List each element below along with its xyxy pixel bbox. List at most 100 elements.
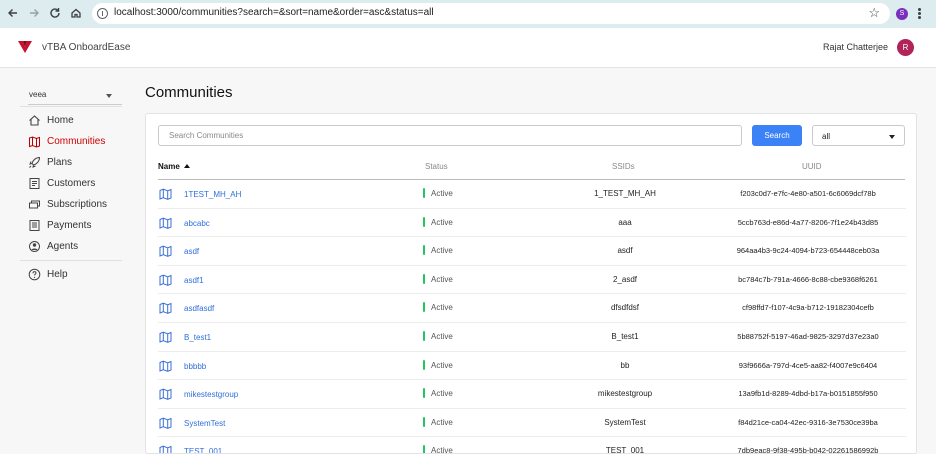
community-name-link[interactable]: mikestestgroup (184, 390, 238, 399)
ssid-text: B_test1 (611, 331, 639, 341)
home-nav-icon[interactable] (69, 6, 83, 20)
sidebar-item-label: Agents (47, 240, 79, 252)
column-header-uuid[interactable]: UUID (802, 162, 822, 171)
uuid-text: bc784c7b-791a-4666-8c88-cbe9368f6261 (738, 274, 878, 284)
user-avatar[interactable]: R (897, 39, 914, 56)
uuid-text: 5b88752f-5197-46ad-9825-3297d37e23a0 (737, 331, 879, 341)
address-bar[interactable]: localhost:3000/communities?search=&sort=… (92, 3, 890, 24)
sidebar-item-home[interactable]: Home (28, 111, 128, 129)
chevron-down-icon (106, 94, 112, 98)
table-row[interactable]: bbbbb Active bb 93f9666a-797d-4ce5-aa82-f40… (158, 352, 906, 381)
search-input[interactable] (158, 125, 742, 146)
communities-card: Search all Name Status SSIDs UUID 1TEST_… (145, 113, 917, 454)
sidebar-item-label: Customers (47, 177, 96, 189)
uuid-text: 964aa4b3-9c24-4094-b723-654448ceb03a (736, 246, 880, 256)
map-icon[interactable] (159, 331, 172, 343)
back-icon[interactable] (6, 6, 20, 20)
status-filter-value: all (822, 132, 831, 141)
sidebar-item-payments[interactable]: Payments (28, 216, 128, 234)
sidebar: veea Home Communities Plans Customers Su… (0, 69, 133, 454)
list-icon (28, 177, 41, 190)
sidebar-item-help[interactable]: Help (28, 265, 128, 283)
sidebar-item-subscriptions[interactable]: Subscriptions (28, 195, 128, 213)
table-row[interactable]: asdf Active asdf 964aa4b3-9c24-4094-b723-65… (158, 237, 906, 266)
community-name-link[interactable]: SystemTest (184, 419, 225, 428)
brand-logo-icon[interactable] (18, 40, 32, 54)
forward-icon[interactable] (27, 6, 41, 20)
status-text: Active (431, 274, 453, 284)
map-icon[interactable] (159, 302, 172, 315)
uuid-text: 5ccb763d-e86d-4a77-8206-7f1e24b43d85 (737, 217, 879, 227)
status-text: Active (431, 217, 453, 227)
ssid-text: dfsdfdsf (610, 303, 639, 313)
ssid-text: 1_TEST_MH_AH (594, 189, 656, 198)
table-row[interactable]: B_test1 Active B_test1 5b88752f-5197-46ad-9… (158, 323, 906, 352)
uuid-text: f84d21ce-ca04-42ec-9316-3e7530ce39ba (738, 417, 878, 427)
column-header-label: Name (158, 162, 180, 171)
sidebar-item-agents[interactable]: Agents (28, 237, 128, 255)
table-row[interactable]: asdf1 Active 2_asdf bc784c7b-791a-4666-8c88… (158, 266, 906, 295)
community-name-link[interactable]: asdf (184, 247, 199, 256)
table-row[interactable]: SystemTest Active SystemTest f84d21ce-ca04-… (158, 409, 906, 438)
browser-chrome: localhost:3000/communities?search=&sort=… (0, 0, 936, 28)
status-indicator (423, 416, 425, 427)
map-icon[interactable] (159, 445, 172, 453)
home-icon (28, 114, 41, 127)
ssid-text: TEST_001 (605, 446, 645, 454)
column-header-status[interactable]: Status (425, 162, 448, 171)
uuid-text: f203c0d7-e7fc-4e80-a501-6c6069dcf78b (740, 189, 876, 198)
community-name-link[interactable]: TEST_001 (184, 447, 222, 453)
map-icon[interactable] (159, 188, 172, 200)
status-indicator (423, 330, 425, 341)
map-icon[interactable] (159, 217, 172, 229)
browser-profile-icon[interactable]: S (896, 8, 908, 20)
status-text: Active (431, 303, 453, 313)
org-select[interactable]: veea (28, 85, 122, 105)
table-row[interactable]: mikestestgroup Active mikestestgroup 13a9fb… (158, 380, 906, 409)
map-icon[interactable] (159, 360, 172, 372)
community-name-link[interactable]: asdfasdf (184, 304, 214, 313)
community-name-link[interactable]: 1TEST_MH_AH (184, 190, 241, 199)
map-icon[interactable] (159, 417, 172, 429)
brand-name[interactable]: vTBA OnboardEase (42, 42, 130, 53)
sort-asc-icon (183, 164, 190, 168)
reload-icon[interactable] (48, 6, 62, 20)
sidebar-item-plans[interactable]: Plans (28, 153, 128, 171)
status-indicator (423, 245, 425, 256)
status-indicator (423, 273, 425, 284)
status-text: Active (431, 446, 453, 454)
search-button[interactable]: Search (752, 125, 802, 146)
column-header-ssids[interactable]: SSIDs (612, 162, 635, 171)
table-row[interactable]: abcabc Active aaa 5ccb763d-e86d-4a77-8206-7… (158, 209, 906, 238)
status-filter-select[interactable]: all (812, 125, 905, 146)
help-icon (28, 268, 41, 281)
site-info-icon[interactable] (97, 8, 108, 19)
payment-icon (28, 219, 41, 232)
stack-icon (28, 198, 41, 211)
status-text: Active (431, 417, 453, 427)
sidebar-item-customers[interactable]: Customers (28, 174, 128, 192)
sidebar-item-communities[interactable]: Communities (28, 132, 128, 150)
url-text[interactable]: localhost:3000/communities?search=&sort=… (114, 7, 434, 18)
status-text: Active (431, 360, 453, 370)
sidebar-item-label: Home (47, 114, 74, 126)
map-icon[interactable] (159, 274, 172, 286)
table-row[interactable]: TEST_001 Active TEST_001 7db9eac8-9f38-495b… (158, 437, 906, 454)
map-icon (28, 135, 41, 148)
map-icon[interactable] (159, 388, 172, 400)
status-indicator (423, 359, 425, 370)
community-name-link[interactable]: abcabc (184, 219, 210, 228)
map-icon[interactable] (159, 245, 172, 258)
community-name-link[interactable]: B_test1 (184, 333, 211, 342)
browser-menu-icon[interactable] (918, 8, 921, 20)
bookmark-star-icon[interactable]: ☆ (868, 5, 880, 21)
column-header-name[interactable]: Name (158, 162, 190, 171)
table-row[interactable]: asdfasdf Active dfsdfdsf cf98ffd7-f107-4c9a… (158, 294, 906, 323)
community-name-link[interactable]: asdf1 (184, 276, 204, 285)
status-text: Active (431, 246, 453, 256)
table-row[interactable]: 1TEST_MH_AH Active 1_TEST_MH_AH f203c0d7-e7… (158, 180, 906, 209)
sidebar-item-label: Subscriptions (47, 198, 108, 210)
app-header: vTBA OnboardEase Rajat Chatterjee R (0, 28, 936, 68)
uuid-text: 13a9fb1d-8289-4dbd-b17a-b0151855f950 (738, 389, 878, 399)
community-name-link[interactable]: bbbbb (184, 362, 206, 371)
